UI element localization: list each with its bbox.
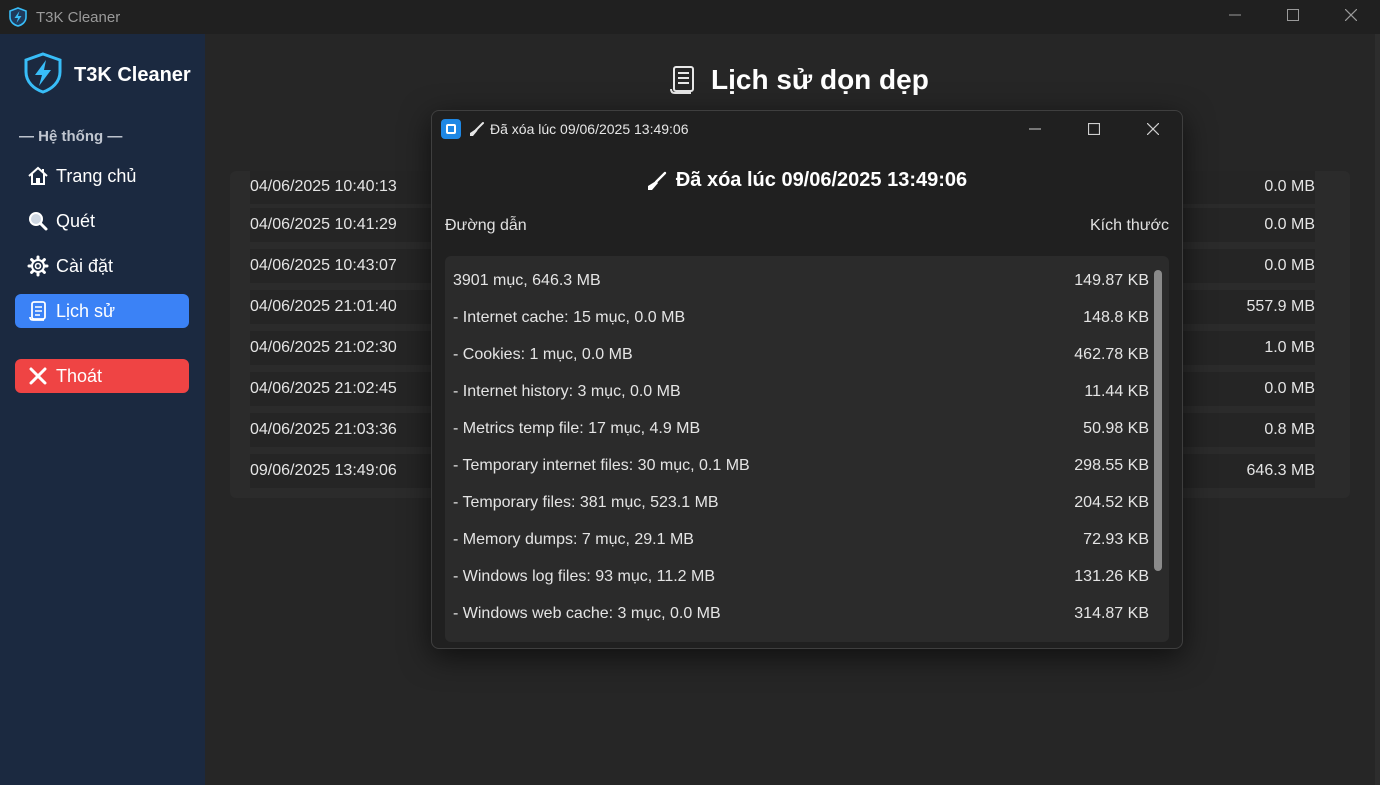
item-path: - Internet history: 3 mục, 0.0 MB — [453, 383, 681, 400]
dialog-window-title: Đã xóa lúc 09/06/2025 13:49:06 — [490, 121, 689, 137]
section-label: — Hệ thống — — [19, 128, 123, 145]
item-path: - Internet cache: 15 mục, 0.0 MB — [453, 309, 686, 326]
history-date: 04/06/2025 10:43:07 — [250, 257, 397, 274]
page-title: Lịch sử dọn dẹp — [667, 64, 929, 96]
brand: T3K Cleaner — [22, 52, 191, 99]
deleted-files-list[interactable]: 3901 mục, 646.3 MB 149.87 KB - Internet … — [445, 256, 1169, 642]
gear-icon — [27, 255, 49, 277]
dialog-heading-text: Đã xóa lúc 09/06/2025 13:49:06 — [675, 169, 968, 191]
detail-dialog: Đã xóa lúc 09/06/2025 13:49:06 Đã xóa lú… — [431, 110, 1183, 649]
history-date: 04/06/2025 21:02:45 — [250, 380, 397, 397]
app-shield-icon — [8, 7, 28, 27]
sidebar-item-home[interactable]: Trang chủ — [15, 159, 189, 193]
item-path: - Memory dumps: 7 mục, 29.1 MB — [453, 531, 694, 548]
history-size: 0.0 MB — [1264, 216, 1315, 233]
maximize-button[interactable] — [1264, 0, 1322, 30]
exit-button-label: Thoát — [56, 365, 103, 386]
item-path: - Cookies: 1 mục, 0.0 MB — [453, 346, 633, 363]
column-header-size: Kích thước — [1089, 217, 1169, 234]
history-size: 1.0 MB — [1264, 339, 1315, 356]
item-size: 72.93 KB — [1083, 531, 1149, 548]
dialog-heading: Đã xóa lúc 09/06/2025 13:49:06 — [432, 169, 1182, 192]
page-title-text: Lịch sử dọn dẹp — [711, 64, 929, 95]
scroll-icon — [27, 300, 49, 322]
history-date: 04/06/2025 21:03:36 — [250, 421, 397, 438]
item-path: - Temporary internet files: 30 mục, 0.1 … — [453, 457, 750, 474]
item-size: 148.8 KB — [1083, 309, 1149, 326]
exit-button[interactable]: Thoát — [15, 359, 189, 393]
item-size: 131.26 KB — [1074, 568, 1149, 585]
item-path: - Temporary files: 381 mục, 523.1 MB — [453, 494, 719, 511]
item-size: 11.44 KB — [1084, 383, 1149, 400]
dialog-maximize-button[interactable] — [1064, 111, 1123, 147]
app-window-icon — [441, 119, 461, 139]
item-size: 314.87 KB — [1074, 605, 1149, 622]
sidebar-item-label: Quét — [56, 210, 96, 231]
list-item[interactable]: - Windows log files: 93 mục, 11.2 MB 131… — [453, 559, 1149, 596]
item-path: - Windows log files: 93 mục, 11.2 MB — [453, 568, 716, 585]
history-date: 09/06/2025 13:49:06 — [250, 462, 397, 479]
sidebar-item-label: Trang chủ — [56, 165, 137, 186]
item-size: 204.52 KB — [1074, 494, 1149, 511]
dialog-titlebar: Đã xóa lúc 09/06/2025 13:49:06 — [432, 111, 1182, 147]
close-icon — [27, 365, 49, 387]
history-size: 0.0 MB — [1264, 380, 1315, 397]
history-date: 04/06/2025 10:41:29 — [250, 216, 397, 233]
sidebar-item-history[interactable]: Lịch sử — [15, 294, 189, 328]
column-header-path: Đường dẫn — [445, 217, 527, 234]
item-path: 3901 mục, 646.3 MB — [453, 272, 601, 289]
window-titlebar: T3K Cleaner — [0, 0, 1380, 34]
broom-icon — [469, 121, 485, 137]
list-scrollbar[interactable] — [1154, 270, 1162, 571]
sidebar-item-label: Cài đặt — [56, 255, 114, 276]
item-size: 462.78 KB — [1074, 346, 1149, 363]
history-date: 04/06/2025 10:40:13 — [250, 178, 397, 195]
window-title: T3K Cleaner — [36, 8, 121, 26]
list-item[interactable]: - Internet history: 3 mục, 0.0 MB 11.44 … — [453, 374, 1149, 411]
list-item[interactable]: - Windows web cache: 3 mục, 0.0 MB 314.8… — [453, 596, 1149, 633]
list-item[interactable]: - Internet cache: 15 mục, 0.0 MB 148.8 K… — [453, 300, 1149, 337]
search-icon — [27, 210, 49, 232]
history-size: 0.8 MB — [1264, 421, 1315, 438]
item-size: 298.55 KB — [1074, 457, 1149, 474]
item-size: 149.87 KB — [1074, 272, 1149, 289]
list-item[interactable]: - Metrics temp file: 17 mục, 4.9 MB 50.9… — [453, 411, 1149, 448]
sidebar-item-scan[interactable]: Quét — [15, 204, 189, 238]
history-size: 0.0 MB — [1264, 257, 1315, 274]
list-item[interactable]: 3901 mục, 646.3 MB 149.87 KB — [453, 263, 1149, 300]
history-size: 0.0 MB — [1264, 178, 1315, 195]
scroll-icon — [667, 64, 699, 96]
sidebar-item-settings[interactable]: Cài đặt — [15, 249, 189, 283]
dialog-minimize-button[interactable] — [1005, 111, 1064, 147]
minimize-button[interactable] — [1206, 0, 1264, 30]
close-button[interactable] — [1322, 0, 1380, 30]
history-date: 04/06/2025 21:01:40 — [250, 298, 397, 315]
list-item[interactable]: - Cookies: 1 mục, 0.0 MB 462.78 KB — [453, 337, 1149, 374]
sidebar-item-label: Lịch sử — [56, 300, 116, 321]
item-path: - Metrics temp file: 17 mục, 4.9 MB — [453, 420, 701, 437]
history-size: 646.3 MB — [1246, 462, 1315, 479]
window-right-edge — [1375, 34, 1380, 785]
brand-shield-icon — [22, 52, 64, 99]
list-item[interactable]: - Memory dumps: 7 mục, 29.1 MB 72.93 KB — [453, 522, 1149, 559]
broom-icon — [647, 171, 667, 191]
brand-name: T3K Cleaner — [74, 64, 191, 86]
history-date: 04/06/2025 21:02:30 — [250, 339, 397, 356]
item-path: - Windows web cache: 3 mục, 0.0 MB — [453, 605, 721, 622]
sidebar: T3K Cleaner — Hệ thống — Trang chủ Quét — [0, 34, 205, 785]
list-item[interactable]: - Temporary files: 381 mục, 523.1 MB 204… — [453, 485, 1149, 522]
list-item[interactable]: - Temporary internet files: 30 mục, 0.1 … — [453, 448, 1149, 485]
history-size: 557.9 MB — [1246, 298, 1315, 315]
home-icon — [27, 165, 49, 187]
item-size: 50.98 KB — [1083, 420, 1149, 437]
dialog-close-button[interactable] — [1123, 111, 1182, 147]
